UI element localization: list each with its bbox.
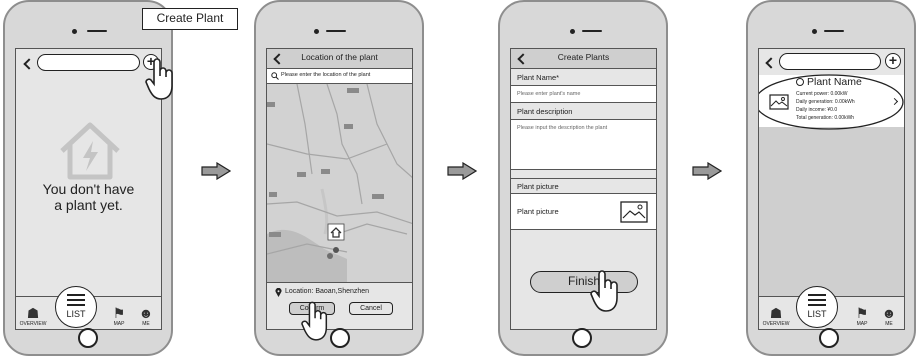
tab-map-label: MAP	[113, 321, 125, 327]
header-title: Location of the plant	[301, 52, 378, 62]
empty-house-icon	[60, 122, 120, 180]
person-icon: ☻	[881, 305, 897, 321]
speaker-slot	[326, 30, 346, 32]
header-title: Create Plants	[557, 52, 610, 62]
picture-label: Plant picture	[517, 207, 559, 216]
camera-dot	[72, 29, 77, 34]
arrow-right-icon	[447, 162, 477, 180]
tap-hand-icon	[590, 270, 618, 312]
search-icon	[271, 72, 279, 80]
description-placeholder: Please input the description the plant	[517, 125, 608, 131]
tab-list[interactable]: LIST	[796, 286, 838, 328]
tab-overview-label: OVERVIEW	[762, 321, 790, 327]
tap-hand-icon	[145, 58, 173, 100]
location-footer: Location: Baoan,Shenzhen Confirm Cancel	[267, 282, 412, 329]
image-upload-icon[interactable]	[620, 201, 648, 223]
header-bar: Create Plants	[511, 49, 656, 69]
description-textarea[interactable]: Please input the description the plant	[511, 120, 656, 170]
plant-name-placeholder: Please enter plant's name	[517, 91, 581, 97]
picture-upload-row[interactable]: Plant picture	[511, 194, 656, 230]
screen-plant-list-empty: + You don't have a plant yet. ☗ OVERVIEW…	[15, 48, 162, 330]
list-icon	[808, 294, 826, 306]
arrow-right-icon	[201, 162, 231, 180]
speaker-slot	[87, 30, 107, 32]
tab-me[interactable]: ☻ ME	[872, 305, 904, 327]
plant-name-row: Plant Name*	[511, 69, 656, 86]
add-plant-button[interactable]: +	[885, 53, 901, 69]
speaker-slot	[824, 30, 844, 32]
location-value: Location: Baoan,Shenzhen	[285, 288, 370, 295]
empty-state-message: You don't have a plant yet.	[42, 181, 135, 213]
description-label: Plant description	[517, 107, 573, 116]
picture-section-label: Plant picture	[517, 182, 559, 191]
home-button	[819, 328, 839, 348]
map-view[interactable]	[267, 84, 413, 282]
tab-list-label: LIST	[807, 309, 827, 319]
create-plant-callout: Create Plant	[142, 8, 238, 30]
tab-overview[interactable]: ☗ OVERVIEW	[16, 306, 50, 327]
header-bar: Location of the plant	[267, 49, 412, 69]
back-icon[interactable]	[765, 57, 777, 69]
tab-me-label: ME	[885, 321, 893, 327]
camera-dot	[812, 29, 817, 34]
phone-step-1: + You don't have a plant yet. ☗ OVERVIEW…	[3, 0, 173, 356]
camera-dot	[314, 29, 319, 34]
tab-overview[interactable]: ☗ OVERVIEW	[759, 306, 793, 327]
screen-create-plant: Create Plants Plant Name* Please enter p…	[510, 48, 657, 330]
plant-name-input[interactable]: Please enter plant's name	[511, 86, 656, 103]
tab-list[interactable]: LIST	[55, 286, 97, 328]
tutorial-diagram: + You don't have a plant yet. ☗ OVERVIEW…	[0, 0, 923, 358]
tap-hand-icon	[301, 301, 328, 341]
location-search-placeholder: Please enter the location of the plant	[281, 72, 371, 78]
top-bar: +	[759, 49, 904, 75]
description-row: Plant description	[511, 103, 656, 120]
speaker-slot	[582, 30, 602, 32]
phone-step-4: + Plant Name Current power: 0.00kW Daily…	[746, 0, 916, 356]
home-button	[78, 328, 98, 348]
tab-overview-label: OVERVIEW	[19, 321, 47, 327]
back-icon[interactable]	[23, 58, 35, 70]
location-pin-icon	[275, 288, 282, 297]
tab-list-label: LIST	[66, 309, 86, 319]
camera-dot	[570, 29, 575, 34]
list-icon	[67, 294, 85, 306]
overview-house-icon: ☗	[769, 305, 783, 321]
arrow-right-icon	[692, 162, 722, 180]
plant-name-label: Plant Name*	[517, 73, 560, 82]
home-button	[330, 328, 350, 348]
person-icon: ☻	[138, 305, 154, 321]
overview-house-icon: ☗	[26, 305, 40, 321]
screen-plant-location: Location of the plant Please enter the l…	[266, 48, 413, 330]
screen-plant-list: + Plant Name Current power: 0.00kW Daily…	[758, 48, 905, 330]
location-search-bar[interactable]: Please enter the location of the plant	[267, 69, 412, 84]
search-input[interactable]	[779, 53, 881, 70]
phone-step-2: Location of the plant Please enter the l…	[254, 0, 424, 356]
search-input[interactable]	[37, 54, 140, 71]
tab-me-label: ME	[142, 321, 150, 327]
cancel-button[interactable]: Cancel	[349, 302, 393, 315]
picture-section-row: Plant picture	[511, 178, 656, 194]
home-button	[572, 328, 592, 348]
tab-map-label: MAP	[856, 321, 868, 327]
tab-me[interactable]: ☻ ME	[129, 305, 161, 327]
highlight-ellipse	[759, 74, 904, 130]
phone-step-3: Create Plants Plant Name* Please enter p…	[498, 0, 668, 356]
